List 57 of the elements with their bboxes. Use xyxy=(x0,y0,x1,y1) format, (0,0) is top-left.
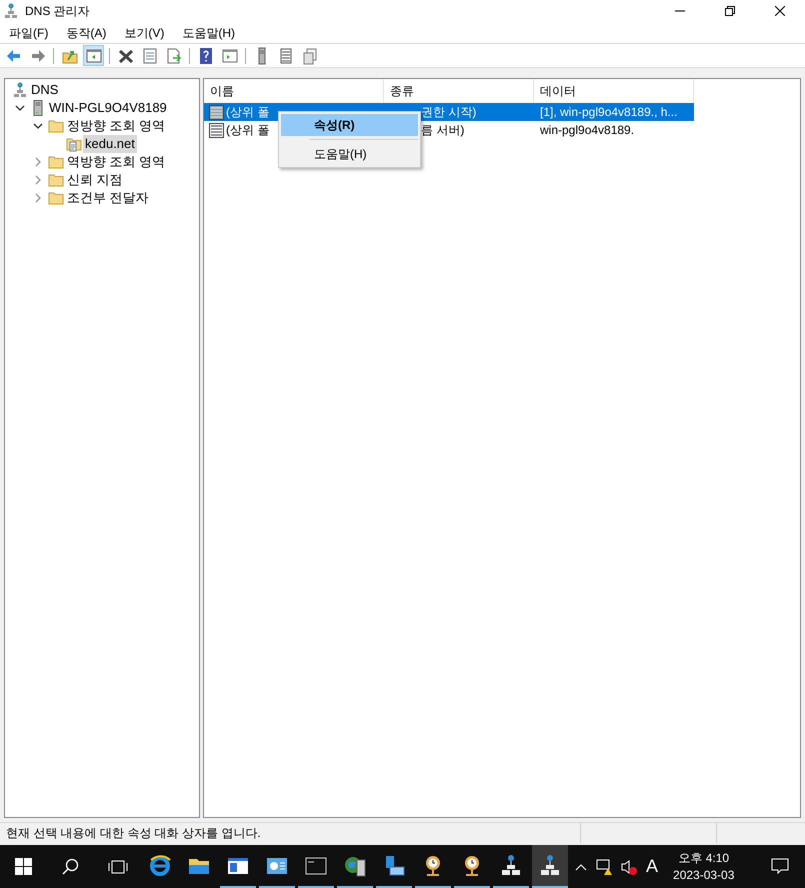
network-tree-icon xyxy=(538,854,562,878)
chevron-right-icon[interactable] xyxy=(33,175,43,185)
close-icon[interactable] xyxy=(775,6,785,16)
table-cell[interactable]: 권한 시작) xyxy=(421,105,476,119)
menu-item[interactable]: 도움말(H) xyxy=(281,143,418,165)
task-view-icon[interactable] xyxy=(108,858,128,874)
notification-icon[interactable] xyxy=(771,858,789,875)
menu-item[interactable]: 도움말(H) xyxy=(173,24,244,42)
network-tree-icon xyxy=(499,854,523,878)
tree-item[interactable]: 신뢰 지점 xyxy=(65,171,125,189)
tree-item[interactable]: 역방향 조회 영역 xyxy=(65,153,168,171)
folder-icon xyxy=(48,155,64,169)
table-cell[interactable]: (상위 폴 xyxy=(226,103,270,121)
menu-item[interactable]: 파일(F) xyxy=(0,24,58,42)
table-cell[interactable]: 름 서버) xyxy=(421,123,464,137)
server-icon xyxy=(32,100,44,116)
tree-item[interactable]: 조건부 전달자 xyxy=(65,189,151,207)
chevron-right-icon[interactable] xyxy=(33,157,43,167)
chevron-down-icon[interactable] xyxy=(33,121,43,131)
network-tree-icon xyxy=(3,3,19,19)
tree-item[interactable]: 정방향 조회 영역 xyxy=(65,117,168,135)
chevron-right-icon[interactable] xyxy=(33,193,43,203)
table-cell: win-pgl9o4v8189. xyxy=(540,123,634,137)
taskbar-button[interactable] xyxy=(532,845,568,888)
properties-icon xyxy=(140,46,158,64)
copy-icon xyxy=(300,46,318,64)
toolbar-button[interactable] xyxy=(83,45,104,66)
chevron-up-icon[interactable] xyxy=(575,862,587,870)
export-icon xyxy=(164,46,182,64)
speaker-muted-icon[interactable] xyxy=(620,858,638,876)
search-icon[interactable] xyxy=(62,858,79,875)
input-mode-indicator[interactable]: A xyxy=(646,853,658,880)
table-cell: [1], win-pgl9o4v8189., h... xyxy=(540,105,678,119)
menu-item[interactable]: 동작(A) xyxy=(57,24,116,42)
record-icon xyxy=(209,104,224,120)
pane-icon xyxy=(220,46,238,64)
chevron-down-icon[interactable] xyxy=(15,103,25,113)
pane-icon xyxy=(84,46,102,64)
record-icon xyxy=(209,122,224,138)
network-tree-icon xyxy=(12,82,28,98)
tree-item[interactable]: DNS xyxy=(29,81,60,99)
folder-icon xyxy=(48,173,64,187)
browser-icon xyxy=(148,854,172,878)
folder-icon xyxy=(48,119,64,133)
clock[interactable]: 오후 4:10 2023-03-03 xyxy=(673,850,734,884)
tree-item[interactable]: WIN-PGL9O4V8189 xyxy=(47,99,169,117)
menu-item[interactable]: 보기(V) xyxy=(115,24,174,42)
restore-icon[interactable] xyxy=(725,6,735,16)
menu-item[interactable]: 속성(R) xyxy=(281,114,418,136)
folder-icon xyxy=(48,191,64,205)
table-cell[interactable]: (상위 폴 xyxy=(226,121,270,139)
status-text: 현재 선택 내용에 대한 속성 대화 상자를 엽니다. xyxy=(5,825,262,842)
document-folder-icon xyxy=(66,136,82,152)
window-title: DNS 관리자 xyxy=(25,3,90,20)
windows-start-icon[interactable] xyxy=(15,858,32,875)
network-warning-icon[interactable] xyxy=(596,858,614,876)
tree-item[interactable]: kedu.net xyxy=(83,135,137,153)
